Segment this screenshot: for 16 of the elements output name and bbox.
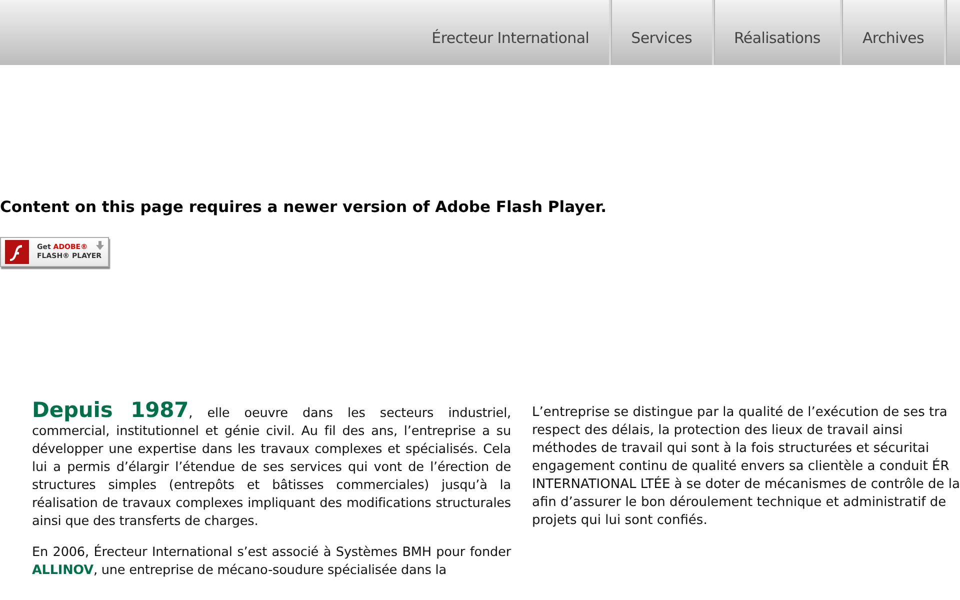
nav-tab[interactable]: Services [611,0,714,65]
paragraph-line: méthodes de travail qui sont à la fois structurées et sécuritai [532,440,930,458]
paragraph-line: engagement continu de qualité envers sa clientèle a conduit ÉR [532,458,950,476]
flash-logo-icon [5,240,29,264]
nav-tab[interactable]: Érecteur International [412,0,612,65]
nav-tab[interactable]: Réalisations [714,0,842,65]
paragraph-line: respect des délais, la protection des lieux de travail ainsi [532,422,904,440]
paragraph-line: projets qui lui sont confiés. [532,512,708,530]
intro-paragraph: Depuis 1987, elle oeuvre dans les secteurs industriel, commercial, institutionnel et génie civil. Au fil des ans, l’entreprise a su développer une expertise dans les travaux complexes et spécialisés. Cela lui a permis d’élargir l’étendue de ses services qui vont de l’érection de structures simples (entrepôts et bâtisses commerciales) jusqu’à la réalisation de travaux complexes impliquant des modifications structurales ainsi que des transferts de charges. [32,401,511,531]
download-arrow-icon [96,241,104,250]
flash-message: Content on this page requires a newer version of Adobe Flash Player. [0,198,608,216]
history-paragraph: En 2006, Érecteur International s’est associé à Systèmes BMH pour fonder ALLINOV, une entreprise de mécano-soudure spécialisée dans la [32,544,511,580]
paragraph-line: INTERNATIONAL LTÉE à se doter de mécanismes de contrôle de la [532,476,960,494]
paragraph-line: afin d’assurer le bon déroulement technique et administratif de [532,494,948,512]
nav-tab[interactable]: Archives [842,0,946,65]
paragraph-line: L’entreprise se distingue par la qualité de l’exécution de ses tra [532,404,948,422]
